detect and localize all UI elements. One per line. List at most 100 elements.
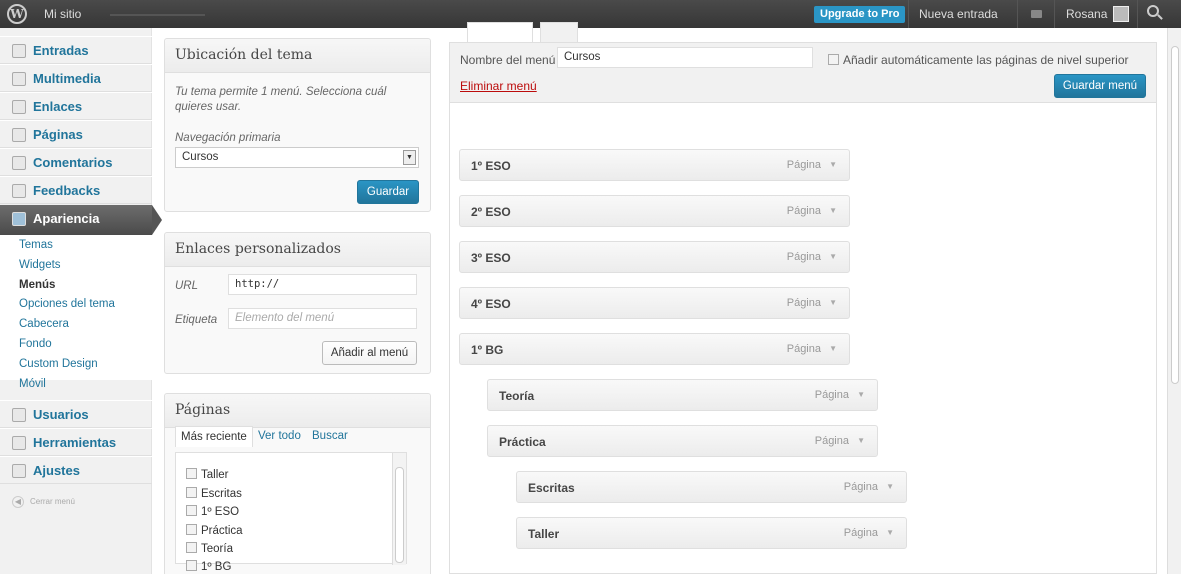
chevron-down-icon[interactable]: ▼ xyxy=(857,390,865,399)
sidebar-item-label: Páginas xyxy=(33,127,83,142)
sidebar-item-comentarios[interactable]: Comentarios xyxy=(0,148,152,176)
sidebar-item-label: Entradas xyxy=(33,43,89,58)
list-item[interactable]: 1º BG xyxy=(186,560,231,573)
divider xyxy=(1137,0,1138,28)
menu-item-type: Página xyxy=(786,251,821,263)
submenu-movil[interactable]: Móvil xyxy=(19,378,46,390)
tab-mas-reciente[interactable]: Más reciente xyxy=(175,426,253,447)
primary-nav-select[interactable]: Cursos ▼ xyxy=(175,147,419,168)
checklist-scrollbar[interactable] xyxy=(392,453,406,565)
tab-buscar[interactable]: Buscar xyxy=(312,430,348,442)
checkbox[interactable] xyxy=(186,560,197,571)
menu-item-title: Taller xyxy=(528,527,560,541)
menu-item[interactable]: Taller Página ▼ xyxy=(516,517,907,549)
save-menu-button[interactable]: Guardar menú xyxy=(1054,74,1146,98)
sidebar-item-multimedia[interactable]: Multimedia xyxy=(0,64,152,92)
page-scrollbar[interactable] xyxy=(1167,28,1181,574)
checkbox[interactable] xyxy=(828,54,839,65)
scroll-thumb[interactable] xyxy=(395,467,404,563)
tab-add-menu[interactable] xyxy=(540,22,578,42)
checkbox[interactable] xyxy=(186,487,197,498)
menu-item[interactable]: 1º ESO Página ▼ xyxy=(459,149,850,181)
collapse-menu-button[interactable]: ◀ Cerrar menú xyxy=(12,493,81,509)
sidebar-item-herramientas[interactable]: Herramientas xyxy=(0,428,152,456)
sidebar-item-ajustes[interactable]: Ajustes xyxy=(0,456,152,484)
list-item[interactable]: Escritas xyxy=(186,487,242,500)
checkbox[interactable] xyxy=(186,468,197,479)
page-label: Teoría xyxy=(201,543,233,555)
submenu-temas[interactable]: Temas xyxy=(19,239,53,251)
tab-menu-cursos[interactable] xyxy=(467,22,533,42)
checkbox[interactable] xyxy=(186,524,197,535)
submenu-custom-design[interactable]: Custom Design xyxy=(19,358,98,370)
url-input[interactable]: http:// xyxy=(228,274,417,295)
page-label: 1º BG xyxy=(201,561,232,573)
search-icon[interactable] xyxy=(1147,5,1159,17)
admin-bar: W Mi sitio Upgrade to Pro Nueva entrada … xyxy=(0,0,1181,28)
sidebar-item-feedbacks[interactable]: Feedbacks xyxy=(0,176,152,204)
menu-item[interactable]: Práctica Página ▼ xyxy=(487,425,878,457)
sidebar-item-entradas[interactable]: Entradas xyxy=(0,36,152,64)
avatar[interactable] xyxy=(1113,6,1129,22)
menu-item[interactable]: 2º ESO Página ▼ xyxy=(459,195,850,227)
upgrade-button[interactable]: Upgrade to Pro xyxy=(814,6,906,23)
tab-ver-todo[interactable]: Ver todo xyxy=(258,430,301,442)
user-menu[interactable]: Rosana xyxy=(1066,7,1107,21)
chevron-down-icon[interactable]: ▼ xyxy=(829,206,837,215)
sidebar-item-label: Apariencia xyxy=(33,211,100,226)
collapse-label: Cerrar menú xyxy=(30,497,75,506)
box-title: Páginas xyxy=(165,394,430,428)
menu-name-input[interactable]: Cursos xyxy=(557,47,813,68)
submenu-menus[interactable]: Menús xyxy=(19,279,55,291)
list-item[interactable]: Práctica xyxy=(186,524,243,537)
pages-checklist: Taller Escritas 1º ESO Práctica Teoría 1… xyxy=(175,452,407,573)
menu-item[interactable]: 1º BG Página ▼ xyxy=(459,333,850,365)
checkbox[interactable] xyxy=(186,542,197,553)
sidebar-item-usuarios[interactable]: Usuarios xyxy=(0,400,152,428)
menu-item-type: Página xyxy=(786,343,821,355)
chevron-down-icon[interactable]: ▼ xyxy=(886,528,894,537)
menu-item[interactable]: 3º ESO Página ▼ xyxy=(459,241,850,273)
comments-icon[interactable] xyxy=(1031,10,1042,18)
list-item[interactable]: Taller xyxy=(186,468,228,481)
new-entry-link[interactable]: Nueva entrada xyxy=(919,7,998,21)
save-location-button[interactable]: Guardar xyxy=(357,180,419,204)
menu-item[interactable]: 4º ESO Página ▼ xyxy=(459,287,850,319)
sidebar-item-apariencia[interactable]: Apariencia xyxy=(0,205,162,235)
chevron-down-icon[interactable]: ▼ xyxy=(829,344,837,353)
submenu-fondo[interactable]: Fondo xyxy=(19,338,52,350)
url-label: URL xyxy=(175,280,199,292)
sidebar-item-enlaces[interactable]: Enlaces xyxy=(0,92,152,120)
chevron-down-icon[interactable]: ▼ xyxy=(857,436,865,445)
auto-add-option[interactable]: Añadir automáticamente las páginas de ni… xyxy=(828,53,1129,67)
divider xyxy=(1017,0,1018,28)
menu-item-type: Página xyxy=(814,389,849,401)
wordpress-logo-icon[interactable]: W xyxy=(7,4,27,24)
chevron-down-icon[interactable]: ▼ xyxy=(829,252,837,261)
menu-item-title: 3º ESO xyxy=(471,251,511,265)
menu-item[interactable]: Teoría Página ▼ xyxy=(487,379,878,411)
menu-item-type: Página xyxy=(843,481,878,493)
menu-item-type: Página xyxy=(843,527,878,539)
submenu-cabecera[interactable]: Cabecera xyxy=(19,318,69,330)
collapse-arrow-icon: ◀ xyxy=(12,496,24,508)
list-item[interactable]: Teoría xyxy=(186,542,233,555)
delete-menu-link[interactable]: Eliminar menú xyxy=(460,79,537,93)
menu-item[interactable]: Escritas Página ▼ xyxy=(516,471,907,503)
menu-item-title: 1º BG xyxy=(471,343,504,357)
menu-item-type: Página xyxy=(786,297,821,309)
location-description: Tu tema permite 1 menú. Selecciona cuál xyxy=(175,86,387,98)
chevron-down-icon[interactable]: ▼ xyxy=(886,482,894,491)
menu-item-label-input[interactable]: Elemento del menú xyxy=(228,308,417,329)
label-label: Etiqueta xyxy=(175,314,218,326)
sidebar-item-paginas[interactable]: Páginas xyxy=(0,120,152,148)
submenu-opciones-del-tema[interactable]: Opciones del tema xyxy=(19,298,115,310)
site-name-link[interactable]: Mi sitio xyxy=(44,7,81,21)
chevron-down-icon[interactable]: ▼ xyxy=(829,298,837,307)
scroll-thumb[interactable] xyxy=(1171,46,1179,384)
submenu-widgets[interactable]: Widgets xyxy=(19,259,61,271)
chevron-down-icon[interactable]: ▼ xyxy=(829,160,837,169)
checkbox[interactable] xyxy=(186,505,197,516)
list-item[interactable]: 1º ESO xyxy=(186,505,239,518)
add-to-menu-button[interactable]: Añadir al menú xyxy=(322,341,417,365)
